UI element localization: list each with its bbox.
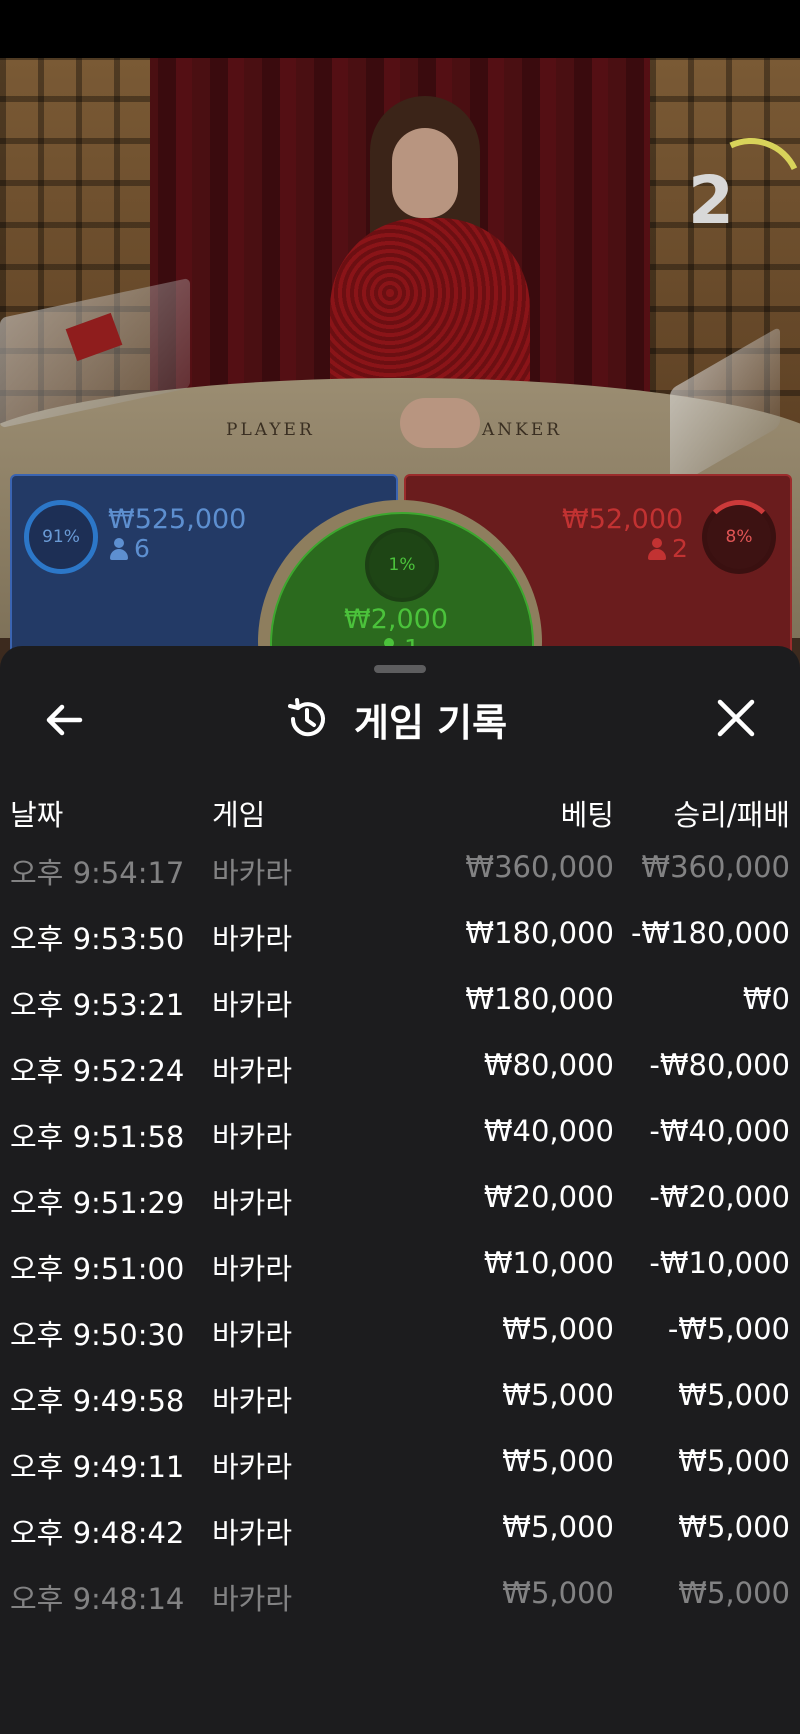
- row-time: 오후 9:50:30: [10, 1318, 185, 1352]
- row-time: 오후 9:54:17: [10, 856, 185, 890]
- row-game: 바카라: [212, 1318, 293, 1352]
- table-row[interactable]: 오후 9:54:17 바카라 ₩360,000 ₩360,000: [0, 838, 800, 904]
- row-game: 바카라: [212, 1054, 293, 1088]
- row-game: 바카라: [212, 1516, 293, 1550]
- table-row[interactable]: 오후 9:51:58 바카라 ₩40,000 -₩40,000: [0, 1102, 800, 1168]
- row-time: 오후 9:53:21: [10, 988, 185, 1022]
- player-bet-count: 6: [110, 534, 150, 563]
- person-icon: [648, 537, 666, 560]
- sheet-header: 게임 기록: [284, 694, 508, 745]
- row-bet-amount: ₩10,000: [483, 1246, 614, 1280]
- row-win-loss: -₩20,000: [649, 1180, 790, 1214]
- person-icon: [110, 537, 128, 560]
- column-header-date[interactable]: 날짜: [10, 792, 63, 834]
- row-bet-amount: ₩5,000: [502, 1378, 614, 1412]
- sheet-drag-handle[interactable]: [374, 665, 426, 673]
- row-win-loss: ₩5,000: [678, 1378, 790, 1412]
- row-time: 오후 9:48:42: [10, 1516, 185, 1550]
- row-win-loss: -₩5,000: [667, 1312, 790, 1346]
- player-percent-ring: 91%: [24, 500, 98, 574]
- player-count-value: 6: [134, 534, 150, 563]
- row-time: 오후 9:48:14: [10, 1582, 185, 1616]
- row-game: 바카라: [212, 1582, 293, 1616]
- row-win-loss: ₩5,000: [678, 1576, 790, 1610]
- row-win-loss: ₩5,000: [678, 1510, 790, 1544]
- column-header-game[interactable]: 게임: [212, 792, 265, 834]
- banker-count-value: 2: [672, 534, 688, 563]
- table-row[interactable]: 오후 9:48:14 바카라 ₩5,000 ₩5,000: [0, 1564, 800, 1630]
- tie-percent-ring: 1%: [365, 528, 439, 602]
- history-icon: [288, 698, 325, 737]
- row-bet-amount: ₩180,000: [465, 916, 614, 950]
- player-bet-amount: ₩525,000: [108, 504, 247, 535]
- row-time: 오후 9:52:24: [10, 1054, 185, 1088]
- row-bet-amount: ₩40,000: [483, 1114, 614, 1148]
- row-time: 오후 9:51:00: [10, 1252, 185, 1286]
- row-bet-amount: ₩360,000: [465, 850, 614, 884]
- row-win-loss: ₩360,000: [641, 850, 790, 884]
- table-row[interactable]: 오후 9:53:21 바카라 ₩180,000 ₩0: [0, 970, 800, 1036]
- row-win-loss: -₩180,000: [630, 916, 790, 950]
- table-row[interactable]: 오후 9:51:29 바카라 ₩20,000 -₩20,000: [0, 1168, 800, 1234]
- dealer-face: [392, 128, 458, 218]
- banker-percent-ring: 8%: [702, 500, 776, 574]
- dealer-hands: [400, 398, 480, 448]
- row-bet-amount: ₩5,000: [502, 1312, 614, 1346]
- column-header-bet[interactable]: 베팅: [561, 792, 614, 834]
- close-icon: [717, 699, 755, 737]
- table-row[interactable]: 오후 9:53:50 바카라 ₩180,000 -₩180,000: [0, 904, 800, 970]
- row-time: 오후 9:51:58: [10, 1120, 185, 1154]
- table-row[interactable]: 오후 9:49:58 바카라 ₩5,000 ₩5,000: [0, 1366, 800, 1432]
- banker-bet-count: 2: [648, 534, 688, 563]
- row-game: 바카라: [212, 1120, 293, 1154]
- row-bet-amount: ₩80,000: [483, 1048, 614, 1082]
- countdown-timer: 2: [688, 162, 734, 239]
- row-time: 오후 9:53:50: [10, 922, 185, 956]
- row-time: 오후 9:49:58: [10, 1384, 185, 1418]
- close-button[interactable]: [710, 692, 762, 744]
- row-bet-amount: ₩5,000: [502, 1510, 614, 1544]
- row-bet-amount: ₩20,000: [483, 1180, 614, 1214]
- banker-bet-amount: ₩52,000: [562, 504, 684, 535]
- row-win-loss: ₩0: [742, 982, 790, 1016]
- row-bet-amount: ₩5,000: [502, 1576, 614, 1610]
- back-button[interactable]: [40, 696, 88, 744]
- table-row[interactable]: 오후 9:50:30 바카라 ₩5,000 -₩5,000: [0, 1300, 800, 1366]
- row-time: 오후 9:51:29: [10, 1186, 185, 1220]
- row-win-loss: ₩5,000: [678, 1444, 790, 1478]
- row-win-loss: -₩80,000: [649, 1048, 790, 1082]
- page-title: 게임 기록: [354, 700, 508, 745]
- row-game: 바카라: [212, 988, 293, 1022]
- row-win-loss: -₩10,000: [649, 1246, 790, 1280]
- tie-bet-amount: ₩2,000: [344, 604, 448, 635]
- table-row[interactable]: 오후 9:49:11 바카라 ₩5,000 ₩5,000: [0, 1432, 800, 1498]
- row-bet-amount: ₩180,000: [465, 982, 614, 1016]
- row-game: 바카라: [212, 1252, 293, 1286]
- row-game: 바카라: [212, 1186, 293, 1220]
- table-row[interactable]: 오후 9:51:00 바카라 ₩10,000 -₩10,000: [0, 1234, 800, 1300]
- row-bet-amount: ₩5,000: [502, 1444, 614, 1478]
- column-header-win-loss[interactable]: 승리/패배: [674, 792, 791, 834]
- table-label-banker: ANKER: [482, 420, 563, 440]
- row-game: 바카라: [212, 856, 293, 890]
- row-game: 바카라: [212, 1384, 293, 1418]
- table-label-player: PLAYER: [226, 420, 315, 440]
- table-row[interactable]: 오후 9:48:42 바카라 ₩5,000 ₩5,000: [0, 1498, 800, 1564]
- row-time: 오후 9:49:11: [10, 1450, 185, 1484]
- row-game: 바카라: [212, 922, 293, 956]
- row-game: 바카라: [212, 1450, 293, 1484]
- table-row[interactable]: 오후 9:52:24 바카라 ₩80,000 -₩80,000: [0, 1036, 800, 1102]
- row-win-loss: -₩40,000: [649, 1114, 790, 1148]
- arrow-left-icon: [46, 704, 83, 736]
- top-status-bar: [0, 0, 800, 58]
